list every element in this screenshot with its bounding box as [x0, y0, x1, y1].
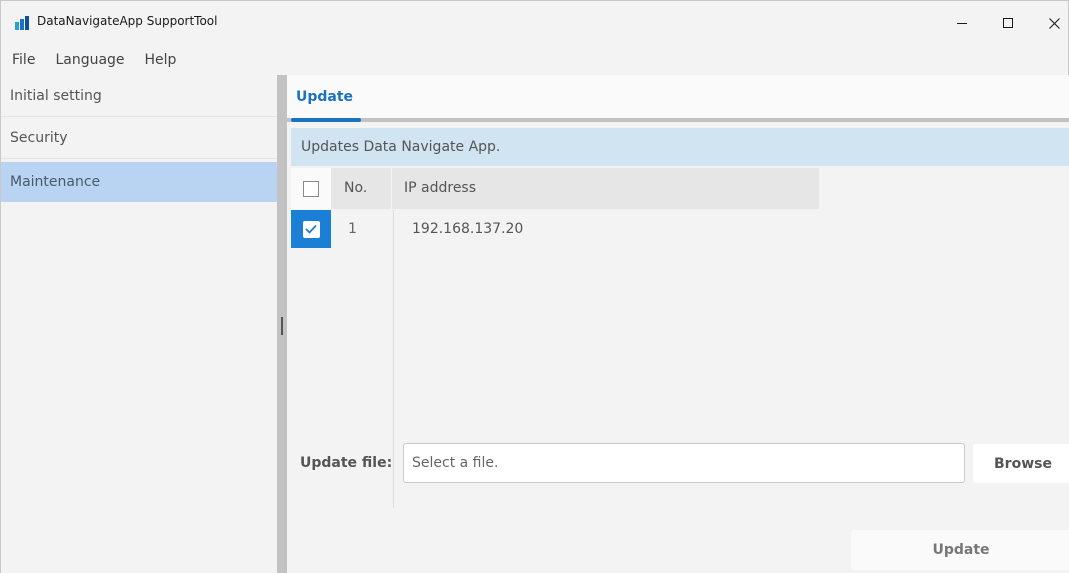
menu-help[interactable]: Help — [142, 50, 180, 70]
row-check-cell — [291, 210, 331, 248]
update-button[interactable]: Update — [851, 530, 1069, 570]
tab-track — [287, 118, 1069, 122]
menu-language[interactable]: Language — [52, 50, 127, 70]
close-button[interactable] — [1031, 1, 1069, 45]
maximize-button[interactable] — [985, 1, 1031, 45]
column-header-ip-address[interactable]: IP address — [404, 180, 476, 196]
row-no: 1 — [348, 221, 357, 237]
select-all-checkbox[interactable] — [303, 180, 319, 197]
app-window: DataNavigateApp SupportTool File Languag… — [0, 0, 1069, 573]
browse-button[interactable]: Browse — [973, 444, 1069, 483]
tab-update[interactable]: Update — [296, 89, 353, 105]
info-banner: Updates Data Navigate App. — [291, 128, 1069, 166]
table-header: No. IP address — [291, 168, 819, 209]
update-file-input[interactable] — [403, 443, 965, 483]
main-panel: Update Updates Data Navigate App. No. IP… — [287, 75, 1069, 573]
panel-splitter[interactable] — [277, 75, 287, 573]
window-title: DataNavigateApp SupportTool — [37, 14, 218, 28]
row-checkbox[interactable] — [302, 220, 320, 238]
menu-bar: File Language Help — [1, 45, 1068, 75]
select-all-cell — [291, 168, 331, 209]
maximize-icon — [1003, 18, 1013, 28]
column-divider — [391, 168, 392, 209]
tab-active-indicator — [291, 118, 361, 122]
checkmark-icon — [305, 224, 317, 234]
close-icon — [1048, 17, 1060, 29]
sidebar-item-security[interactable]: Security — [1, 117, 277, 159]
splitter-grip[interactable] — [281, 317, 283, 335]
column-divider — [393, 210, 394, 508]
sidebar-item-maintenance[interactable]: Maintenance — [1, 162, 277, 202]
app-logo-icon — [15, 16, 29, 30]
column-header-no[interactable]: No. — [344, 180, 367, 196]
update-file-label: Update file: — [300, 455, 393, 471]
sidebar: Initial setting Security Maintenance — [1, 75, 277, 573]
tab-bar: Update — [287, 75, 1069, 122]
title-bar: DataNavigateApp SupportTool — [1, 1, 1068, 45]
menu-file[interactable]: File — [9, 50, 38, 70]
minimize-icon — [957, 22, 967, 24]
sidebar-item-initial-setting[interactable]: Initial setting — [1, 75, 277, 117]
row-ip-address[interactable]: 192.168.137.20 — [412, 221, 523, 237]
minimize-button[interactable] — [939, 1, 985, 45]
